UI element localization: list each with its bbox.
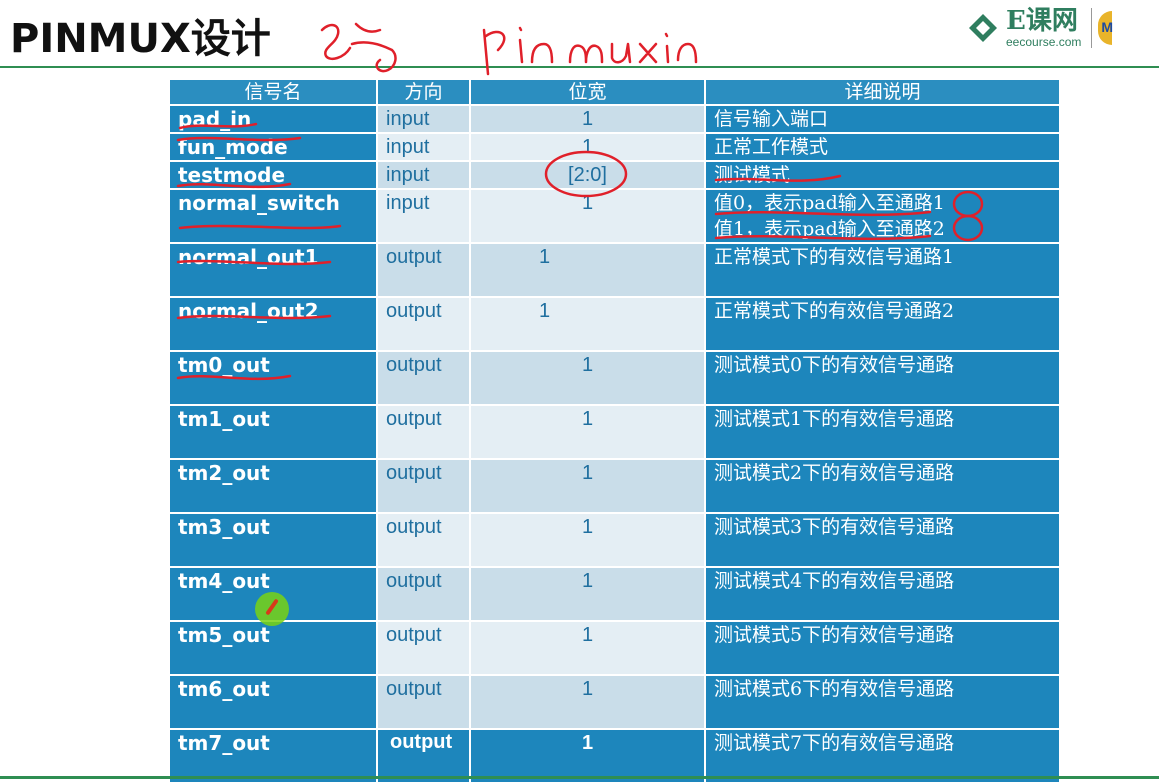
signal-width: 1	[471, 460, 706, 514]
signal-description: 测试模式5下的有效信号通路	[706, 622, 1061, 676]
table-row: normal_switch input 1 值0，表示pad输入至通路1 值1，…	[170, 190, 1061, 244]
signal-description: 正常模式下的有效信号通路2	[706, 298, 1061, 352]
title-rule	[0, 66, 1159, 68]
signal-description: 测试模式3下的有效信号通路	[706, 514, 1061, 568]
signal-direction: input	[378, 106, 471, 134]
header-description: 详细说明	[706, 80, 1061, 106]
logo-sub-text: eecourse.com	[1006, 35, 1082, 49]
signal-description: 测试模式	[706, 162, 1061, 190]
logo-divider	[1091, 8, 1093, 48]
signal-description: 值0，表示pad输入至通路1 值1，表示pad输入至通路2	[706, 190, 1061, 244]
table-row: tm4_out output 1 测试模式4下的有效信号通路	[170, 568, 1061, 622]
signal-width: 1	[471, 352, 706, 406]
signal-width: 1	[471, 514, 706, 568]
signal-width: 1	[471, 406, 706, 460]
signal-direction: output	[378, 676, 471, 730]
signal-name: normal_switch	[170, 190, 378, 244]
signal-direction: output	[378, 460, 471, 514]
table-header-row: 信号名 方向 位宽 详细说明	[170, 80, 1061, 106]
table-row: normal_out2 output 1 正常模式下的有效信号通路2	[170, 298, 1061, 352]
signal-name: tm5_out	[170, 622, 378, 676]
signal-width: 1	[471, 676, 706, 730]
signal-width: 1	[471, 106, 706, 134]
signal-name: normal_out2	[170, 298, 378, 352]
signal-name: fun_mode	[170, 134, 378, 162]
signal-name: normal_out1	[170, 244, 378, 298]
signal-width: 1	[471, 568, 706, 622]
signal-direction: input	[378, 190, 471, 244]
signal-description: 正常工作模式	[706, 134, 1061, 162]
table-row: tm5_out output 1 测试模式5下的有效信号通路	[170, 622, 1061, 676]
signal-table: 信号名 方向 位宽 详细说明 pad_in input 1 信号输入端口 fun…	[170, 80, 1061, 784]
signal-description: 测试模式4下的有效信号通路	[706, 568, 1061, 622]
signal-direction: input	[378, 162, 471, 190]
signal-direction: output	[378, 352, 471, 406]
signal-width: 1	[471, 244, 706, 298]
table-row: tm0_out output 1 测试模式0下的有效信号通路	[170, 352, 1061, 406]
signal-width: [2:0]	[471, 162, 706, 190]
signal-width: 1	[471, 134, 706, 162]
signal-name: tm6_out	[170, 676, 378, 730]
logo-main-text: E课网	[1006, 6, 1078, 36]
signal-name: pad_in	[170, 106, 378, 134]
table-row: tm2_out output 1 测试模式2下的有效信号通路	[170, 460, 1061, 514]
signal-name: testmode	[170, 162, 378, 190]
table-row: normal_out1 output 1 正常模式下的有效信号通路1	[170, 244, 1061, 298]
partner-badge-icon	[1098, 11, 1113, 45]
signal-direction: output	[378, 568, 471, 622]
signal-description: 正常模式下的有效信号通路1	[706, 244, 1061, 298]
slide-title: PINMUX设计	[10, 16, 271, 62]
table-row: fun_mode input 1 正常工作模式	[170, 134, 1061, 162]
signal-direction: output	[378, 514, 471, 568]
signal-direction: output	[378, 244, 471, 298]
table-row: pad_in input 1 信号输入端口	[170, 106, 1061, 134]
eecourse-logo: E课网 eecourse.com	[968, 6, 1113, 50]
scribble-mark	[320, 22, 397, 73]
header-signal-name: 信号名	[170, 80, 378, 106]
signal-description: 测试模式0下的有效信号通路	[706, 352, 1061, 406]
signal-width: 1	[471, 298, 706, 352]
signal-description: 测试模式2下的有效信号通路	[706, 460, 1061, 514]
signal-name: tm0_out	[170, 352, 378, 406]
signal-name: tm3_out	[170, 514, 378, 568]
pen-cursor-icon	[255, 592, 289, 626]
signal-description: 测试模式6下的有效信号通路	[706, 676, 1061, 730]
header-width: 位宽	[471, 80, 706, 106]
table-row: testmode input [2:0] 测试模式	[170, 162, 1061, 190]
signal-description: 信号输入端口	[706, 106, 1061, 134]
signal-name: tm2_out	[170, 460, 378, 514]
signal-name: tm1_out	[170, 406, 378, 460]
signal-direction: output	[378, 406, 471, 460]
table-row: tm6_out output 1 测试模式6下的有效信号通路	[170, 676, 1061, 730]
signal-direction: output	[378, 298, 471, 352]
signal-width: 1	[471, 622, 706, 676]
table-row: tm3_out output 1 测试模式3下的有效信号通路	[170, 514, 1061, 568]
header-direction: 方向	[378, 80, 471, 106]
footer-rule	[0, 776, 1159, 779]
signal-direction: output	[378, 622, 471, 676]
logo-diamond-icon	[968, 13, 998, 43]
table-row: tm1_out output 1 测试模式1下的有效信号通路	[170, 406, 1061, 460]
signal-width: 1	[471, 190, 706, 244]
signal-direction: input	[378, 134, 471, 162]
signal-description: 测试模式1下的有效信号通路	[706, 406, 1061, 460]
